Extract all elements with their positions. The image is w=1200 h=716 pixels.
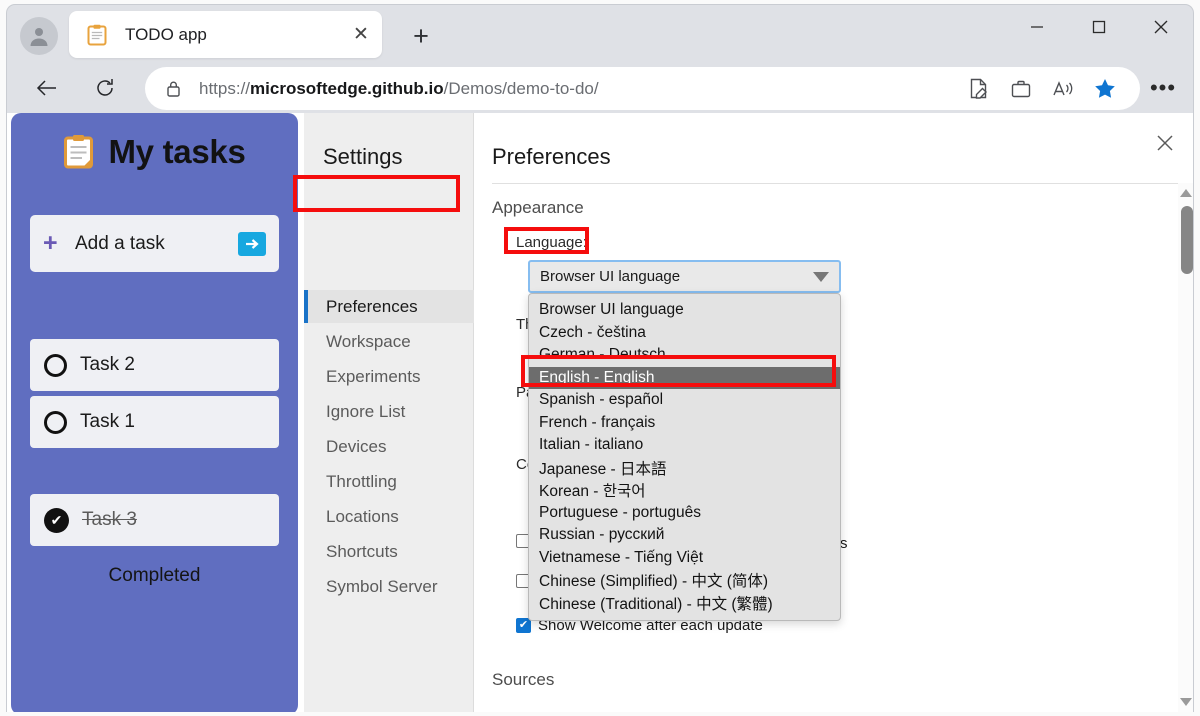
plus-icon: +: [43, 231, 67, 256]
sidebar-item-throttling[interactable]: Throttling: [304, 465, 474, 498]
sidebar-item-label: Locations: [326, 507, 399, 527]
url-text: https://microsoftedge.github.io/Demos/de…: [199, 79, 958, 99]
language-label: Language:: [516, 234, 587, 251]
dropdown-option-selected[interactable]: English - English: [529, 367, 840, 390]
read-aloud-icon[interactable]: [1042, 72, 1084, 106]
dropdown-option[interactable]: Czech - čeština: [529, 322, 840, 345]
sidebar-item-label: Throttling: [326, 472, 397, 492]
sidebar-item-label: Shortcuts: [326, 542, 398, 562]
sidebar-item-devices[interactable]: Devices: [304, 430, 474, 463]
page-title: Preferences: [492, 144, 611, 170]
url-prefix: https://: [199, 79, 250, 98]
page-viewport: My tasks + Add a task To do Task 2: [7, 113, 1194, 712]
scroll-up-arrow-icon[interactable]: [1180, 189, 1192, 197]
task-item[interactable]: Task 2: [30, 339, 279, 391]
dropdown-option[interactable]: Chinese (Traditional) - 中文 (繁體): [529, 592, 840, 615]
clipboard-icon: [87, 24, 107, 46]
window-minimize-button[interactable]: [1014, 9, 1060, 45]
scrollbar-thumb[interactable]: [1181, 206, 1193, 274]
scroll-down-arrow-icon[interactable]: [1180, 698, 1192, 706]
sidebar-item-label: Devices: [326, 437, 386, 457]
section-header-sources: Sources: [492, 670, 554, 690]
task-label: Task 2: [80, 354, 135, 376]
browser-navigation-bar: https://microsoftedge.github.io/Demos/de…: [7, 63, 1193, 113]
screen: TODO app ✕ +: [0, 0, 1200, 716]
sidebar-item-locations[interactable]: Locations: [304, 500, 474, 533]
todo-app-title: My tasks: [108, 133, 245, 171]
task-label: Task 3: [82, 509, 137, 531]
arrow-right-icon[interactable]: [238, 232, 266, 256]
sidebar-item-label: Symbol Server: [326, 577, 437, 597]
dropdown-option[interactable]: Portuguese - português: [529, 502, 840, 525]
task-item[interactable]: Task 1: [30, 396, 279, 448]
language-select[interactable]: Browser UI language: [528, 260, 841, 293]
completed-section-label: Completed: [11, 565, 298, 587]
url-path: /Demos/demo-to-do/: [444, 79, 599, 98]
sidebar-item-label: Ignore List: [326, 402, 405, 422]
tab-title: TODO app: [125, 25, 348, 45]
reload-button[interactable]: [87, 70, 123, 106]
add-task-placeholder: Add a task: [75, 233, 238, 255]
url-domain: microsoftedge.github.io: [250, 79, 444, 98]
sidebar-item-shortcuts[interactable]: Shortcuts: [304, 535, 474, 568]
dropdown-option[interactable]: Vietnamese - Tiếng Việt: [529, 547, 840, 570]
divider: [492, 183, 1178, 184]
clipboard-icon: [63, 134, 94, 170]
back-button[interactable]: [29, 70, 65, 106]
add-task-input[interactable]: + Add a task: [30, 215, 279, 272]
dropdown-option[interactable]: French - français: [529, 412, 840, 435]
browser-tab[interactable]: TODO app ✕: [69, 11, 382, 58]
chevron-down-icon: [813, 272, 829, 282]
language-select-value: Browser UI language: [540, 268, 813, 285]
lock-icon: [161, 80, 185, 98]
dropdown-option[interactable]: Italian - italiano: [529, 434, 840, 457]
collections-icon[interactable]: [1000, 72, 1042, 106]
task-label: Task 1: [80, 411, 135, 433]
sidebar-item-experiments[interactable]: Experiments: [304, 360, 474, 393]
task-checkbox-icon[interactable]: [44, 354, 67, 377]
new-tab-button[interactable]: +: [403, 21, 439, 51]
browser-settings-menu-button[interactable]: •••: [1145, 73, 1181, 103]
task-checked-icon[interactable]: ✔: [44, 508, 69, 533]
profile-avatar[interactable]: [20, 17, 58, 55]
dropdown-option[interactable]: Japanese - 日本語: [529, 457, 840, 480]
devtools-settings-sidebar: Settings Preferences Workspace Experimen…: [304, 113, 474, 712]
close-icon[interactable]: [1147, 125, 1183, 161]
sidebar-item-ignore-list[interactable]: Ignore List: [304, 395, 474, 428]
preferences-pane: Preferences Appearance Th Pa Co s ✔ Show…: [475, 113, 1194, 712]
settings-title: Settings: [323, 144, 403, 170]
task-checkbox-icon[interactable]: [44, 411, 67, 434]
window-close-button[interactable]: [1138, 9, 1184, 45]
address-bar[interactable]: https://microsoftedge.github.io/Demos/de…: [145, 67, 1140, 110]
dropdown-option[interactable]: Chinese (Simplified) - 中文 (简体): [529, 569, 840, 592]
sidebar-item-label: Experiments: [326, 367, 420, 387]
sidebar-item-preferences[interactable]: Preferences: [304, 290, 474, 323]
sidebar-item-workspace[interactable]: Workspace: [304, 325, 474, 358]
dropdown-option[interactable]: Russian - русский: [529, 524, 840, 547]
browser-window: TODO app ✕ +: [6, 4, 1194, 712]
task-item-completed[interactable]: ✔ Task 3: [30, 494, 279, 546]
checkbox-label-occluded: s: [840, 535, 848, 552]
sidebar-item-label: Workspace: [326, 332, 411, 352]
dropdown-option[interactable]: Korean - 한국어: [529, 479, 840, 502]
dropdown-option[interactable]: German - Deutsch: [529, 344, 840, 367]
close-icon[interactable]: ✕: [348, 22, 374, 48]
favorite-star-icon[interactable]: [1084, 72, 1126, 106]
sidebar-item-symbol-server[interactable]: Symbol Server: [304, 570, 474, 603]
window-maximize-button[interactable]: [1076, 9, 1122, 45]
edit-page-icon[interactable]: [958, 72, 1000, 106]
todo-app-panel: My tasks + Add a task To do Task 2: [11, 113, 298, 712]
todo-app-header: My tasks: [11, 133, 298, 171]
browser-titlebar: TODO app ✕ +: [7, 5, 1193, 63]
section-header-appearance: Appearance: [492, 198, 584, 218]
language-dropdown-list[interactable]: Browser UI language Czech - čeština Germ…: [528, 293, 841, 621]
sidebar-item-label: Preferences: [326, 297, 418, 317]
dropdown-option[interactable]: Spanish - español: [529, 389, 840, 412]
dropdown-option[interactable]: Browser UI language: [529, 299, 840, 322]
